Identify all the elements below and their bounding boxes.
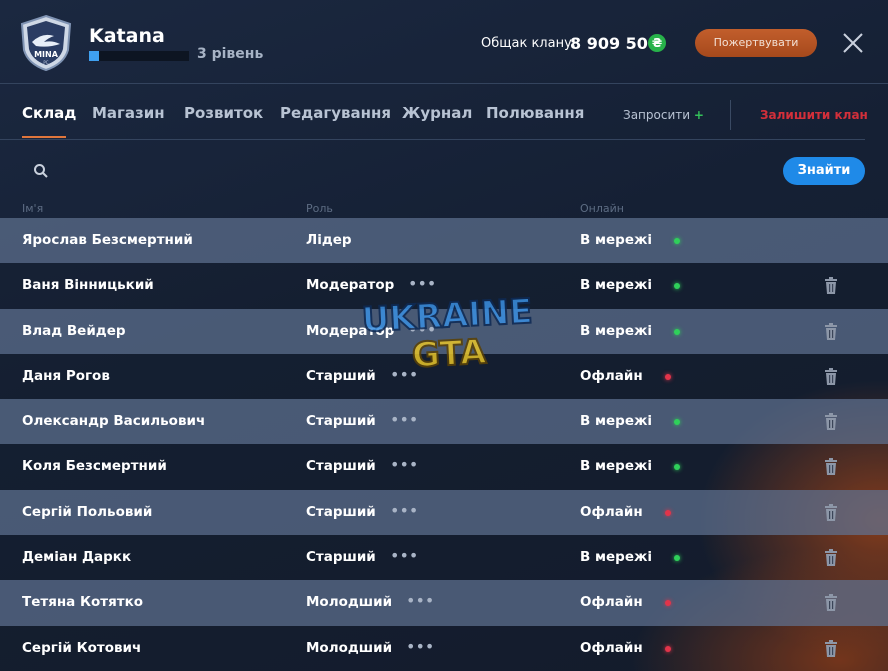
online-indicator bbox=[674, 283, 680, 290]
member-role: Старший bbox=[306, 549, 376, 566]
svg-text:PC: PC bbox=[43, 60, 48, 65]
member-status: В мережі bbox=[580, 549, 653, 566]
tab-journal[interactable]: Журнал bbox=[402, 104, 472, 122]
currency-coin-icon: ₴ bbox=[648, 34, 666, 52]
column-header-online: Онлайн bbox=[580, 202, 624, 215]
role-menu-dots-icon[interactable]: ••• bbox=[406, 580, 434, 622]
member-role: Молодший bbox=[306, 594, 393, 611]
trash-icon[interactable] bbox=[824, 594, 838, 612]
member-status: В мережі bbox=[580, 458, 653, 475]
role-menu-dots-icon[interactable]: ••• bbox=[390, 490, 418, 532]
column-header-name: Ім'я bbox=[22, 202, 44, 215]
level-progress-bar bbox=[89, 51, 189, 61]
offline-indicator bbox=[665, 373, 671, 380]
member-role: Лідер bbox=[306, 232, 352, 248]
member-status: Офлайн bbox=[580, 503, 643, 520]
online-indicator bbox=[674, 555, 680, 562]
member-name: Сергій Котович bbox=[22, 639, 142, 656]
online-indicator bbox=[674, 238, 680, 244]
member-row[interactable]: Олександр Васильович Старший ••• В мережі bbox=[0, 399, 888, 445]
active-tab-indicator bbox=[22, 136, 66, 138]
member-name: Деміан Даркк bbox=[22, 549, 132, 566]
member-name: Даня Рогов bbox=[22, 367, 110, 384]
role-menu-dots-icon[interactable]: ••• bbox=[390, 535, 418, 577]
online-indicator bbox=[674, 464, 680, 471]
tab-editing[interactable]: Редагування bbox=[280, 104, 391, 122]
level-progress-fill bbox=[89, 51, 99, 61]
clan-logo-icon: MINA PC bbox=[20, 14, 72, 72]
clan-level: 3 рівень bbox=[197, 46, 264, 62]
tabs-divider bbox=[0, 139, 865, 140]
tab-development[interactable]: Розвиток bbox=[184, 104, 263, 122]
role-menu-dots-icon[interactable]: ••• bbox=[390, 399, 418, 441]
offline-indicator bbox=[665, 645, 671, 652]
trash-icon[interactable] bbox=[824, 413, 838, 431]
member-role: Старший bbox=[306, 413, 376, 430]
clan-header: MINA PC Katana 3 рівень Общак клану: 8 9… bbox=[0, 0, 888, 84]
role-menu-dots-icon[interactable]: ••• bbox=[390, 444, 418, 486]
member-role: Старший bbox=[306, 458, 376, 475]
member-status: В мережі bbox=[580, 413, 653, 430]
watermark-logo: UKRAINE GTA bbox=[360, 291, 535, 377]
balance-label: Общак клану: bbox=[481, 36, 577, 51]
clan-tabs: Склад Магазин Розвиток Редагування Журна… bbox=[0, 84, 888, 140]
online-indicator bbox=[674, 419, 680, 426]
offline-indicator bbox=[665, 509, 671, 516]
trash-icon[interactable] bbox=[824, 367, 838, 385]
member-row[interactable]: Сергій Котович Молодший ••• Офлайн bbox=[0, 625, 888, 671]
member-name: Ваня Вінницький bbox=[22, 277, 154, 294]
plus-icon: + bbox=[693, 108, 704, 122]
member-row[interactable]: Тетяна Котятко Молодший ••• Офлайн bbox=[0, 580, 888, 626]
search-input[interactable] bbox=[56, 158, 746, 184]
trash-icon[interactable] bbox=[824, 322, 838, 340]
tab-storage[interactable]: Склад bbox=[22, 104, 76, 122]
tab-hunting[interactable]: Полювання bbox=[486, 104, 584, 122]
member-name: Тетяна Котятко bbox=[22, 594, 144, 611]
trash-icon[interactable] bbox=[824, 503, 838, 521]
clan-name: Katana bbox=[89, 25, 165, 47]
member-row[interactable]: Сергій Польовий Старший ••• Офлайн bbox=[0, 489, 888, 536]
member-name: Коля Безсмертний bbox=[22, 458, 167, 475]
invite-button[interactable]: Запросити + bbox=[623, 108, 704, 122]
member-name: Ярослав Безсмертний bbox=[22, 232, 193, 248]
online-indicator bbox=[674, 328, 680, 335]
member-row[interactable]: Ярослав Безсмертний Лідер В мережі bbox=[0, 218, 888, 264]
svg-text:GTA: GTA bbox=[411, 332, 488, 376]
member-name: Сергій Польовий bbox=[22, 503, 153, 520]
member-row[interactable]: Коля Безсмертний Старший ••• В мережі bbox=[0, 444, 888, 490]
trash-icon[interactable] bbox=[824, 458, 838, 476]
member-name: Олександр Васильович bbox=[22, 413, 206, 430]
member-name: Влад Вейдер bbox=[22, 322, 126, 339]
member-status: Офлайн bbox=[580, 639, 643, 656]
role-menu-dots-icon[interactable]: ••• bbox=[406, 626, 434, 668]
trash-icon[interactable] bbox=[824, 277, 838, 295]
close-icon[interactable] bbox=[840, 30, 866, 56]
leave-clan-button[interactable]: Залишити клан bbox=[760, 108, 868, 122]
member-status: Офлайн bbox=[580, 367, 643, 384]
member-status: В мережі bbox=[580, 277, 653, 294]
invite-label: Запросити bbox=[623, 108, 691, 122]
member-role: Старший bbox=[306, 503, 376, 520]
divider bbox=[730, 100, 731, 130]
column-header-role: Роль bbox=[306, 202, 333, 215]
member-role: Молодший bbox=[306, 639, 393, 656]
find-button[interactable]: Знайти bbox=[783, 157, 865, 185]
offline-indicator bbox=[665, 600, 671, 607]
trash-icon[interactable] bbox=[824, 639, 838, 657]
search-icon bbox=[34, 164, 48, 178]
svg-text:MINA: MINA bbox=[34, 50, 59, 59]
balance-value: 8 909 500 bbox=[570, 34, 660, 53]
member-status: В мережі bbox=[580, 322, 653, 339]
trash-icon[interactable] bbox=[824, 549, 838, 567]
member-row[interactable]: Деміан Даркк Старший ••• В мережі bbox=[0, 535, 888, 581]
member-status: Офлайн bbox=[580, 594, 643, 611]
donate-button[interactable]: Пожертвувати bbox=[695, 29, 817, 57]
member-status: В мережі bbox=[580, 232, 653, 248]
tab-shop[interactable]: Магазин bbox=[92, 104, 165, 122]
